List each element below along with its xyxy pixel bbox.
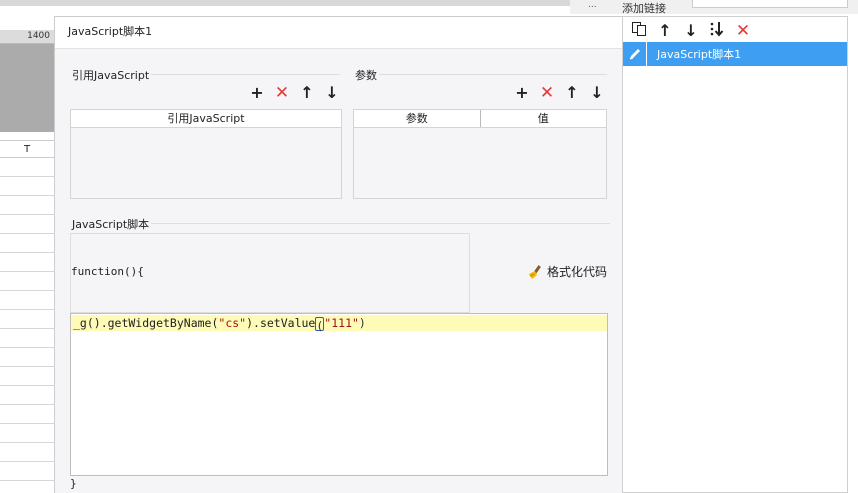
code-line-1[interactable]: _g().getWidgetByName("cs").setValue("111… bbox=[71, 315, 607, 333]
list-move-up-button[interactable]: ↑ bbox=[657, 22, 673, 39]
link-input[interactable] bbox=[692, 0, 848, 8]
background-toolbar-strip bbox=[0, 0, 570, 6]
list-item[interactable]: JavaScript脚本1 bbox=[623, 42, 847, 66]
add-link-tab[interactable]: 添加链接 bbox=[622, 0, 666, 16]
code-method: ).setValue bbox=[246, 316, 316, 330]
ref-table[interactable]: 引用JavaScript bbox=[70, 109, 342, 199]
more-icon[interactable]: ... bbox=[588, 0, 597, 10]
param-table[interactable]: 参数 值 bbox=[353, 109, 607, 199]
param-move-up-button[interactable]: ↑ bbox=[564, 85, 580, 101]
spreadsheet-rows[interactable] bbox=[0, 158, 54, 493]
ref-add-button[interactable]: + bbox=[249, 85, 265, 101]
function-header-text: function(){ bbox=[71, 265, 144, 278]
function-closing-brace: } bbox=[70, 477, 77, 490]
list-move-down-button[interactable]: ↓ bbox=[683, 22, 699, 39]
list-item-label: JavaScript脚本1 bbox=[657, 48, 742, 61]
broom-icon bbox=[527, 264, 543, 280]
param-section-label: 参数 bbox=[353, 67, 379, 83]
code-call: _g().getWidgetByName( bbox=[73, 316, 219, 330]
param-table-header: 参数 值 bbox=[354, 110, 606, 128]
ruler: 1400 bbox=[0, 30, 54, 44]
background-gray-area bbox=[0, 44, 54, 132]
param-value-column-header[interactable]: 值 bbox=[481, 110, 607, 127]
param-delete-button[interactable]: ✕ bbox=[539, 85, 555, 102]
list-delete-button[interactable]: ✕ bbox=[735, 22, 751, 39]
pencil-icon[interactable] bbox=[623, 42, 647, 66]
ref-table-header: 引用JavaScript bbox=[71, 110, 341, 128]
sort-icon[interactable] bbox=[709, 21, 725, 40]
param-section-divider bbox=[353, 74, 607, 75]
ref-toolbar: + ✕ ↑ ↓ bbox=[249, 85, 340, 102]
param-move-down-button[interactable]: ↓ bbox=[589, 85, 605, 101]
screen: ... 添加链接 1400 T JavaScript脚本1 引用JavaScri… bbox=[0, 0, 858, 493]
ref-column-header[interactable]: 引用JavaScript bbox=[71, 110, 341, 127]
param-toolbar: + ✕ ↑ ↓ bbox=[514, 85, 605, 102]
ruler-value: 1400 bbox=[27, 31, 50, 41]
code-editor[interactable]: _g().getWidgetByName("cs").setValue("111… bbox=[70, 313, 608, 476]
code-paren-open: ( bbox=[316, 319, 324, 333]
param-name-column-header[interactable]: 参数 bbox=[354, 110, 481, 127]
ref-move-down-button[interactable]: ↓ bbox=[324, 85, 340, 101]
text-cursor: ( bbox=[315, 317, 325, 333]
script-list-panel: ↑ ↓ ✕ JavaScript脚本1 bbox=[622, 16, 848, 493]
dialog-title: JavaScript脚本1 bbox=[55, 17, 622, 49]
format-code-label: 格式化代码 bbox=[547, 265, 608, 279]
code-string-value: "111" bbox=[324, 316, 359, 330]
ref-delete-button[interactable]: ✕ bbox=[274, 85, 290, 102]
format-code-button[interactable]: 格式化代码 bbox=[527, 263, 607, 280]
column-header[interactable]: T bbox=[0, 140, 54, 158]
code-string-cs: "cs" bbox=[218, 316, 247, 330]
ref-move-up-button[interactable]: ↑ bbox=[299, 85, 315, 101]
script-section-label: JavaScript脚本 bbox=[70, 216, 152, 232]
code-paren-close: ) bbox=[358, 316, 366, 330]
list-toolbar: ↑ ↓ ✕ bbox=[631, 21, 751, 40]
javascript-dialog: JavaScript脚本1 引用JavaScript + ✕ ↑ ↓ 引用Jav… bbox=[54, 16, 622, 493]
copy-icon[interactable] bbox=[631, 21, 647, 40]
ref-section-label: 引用JavaScript bbox=[70, 67, 152, 83]
param-add-button[interactable]: + bbox=[514, 85, 530, 101]
